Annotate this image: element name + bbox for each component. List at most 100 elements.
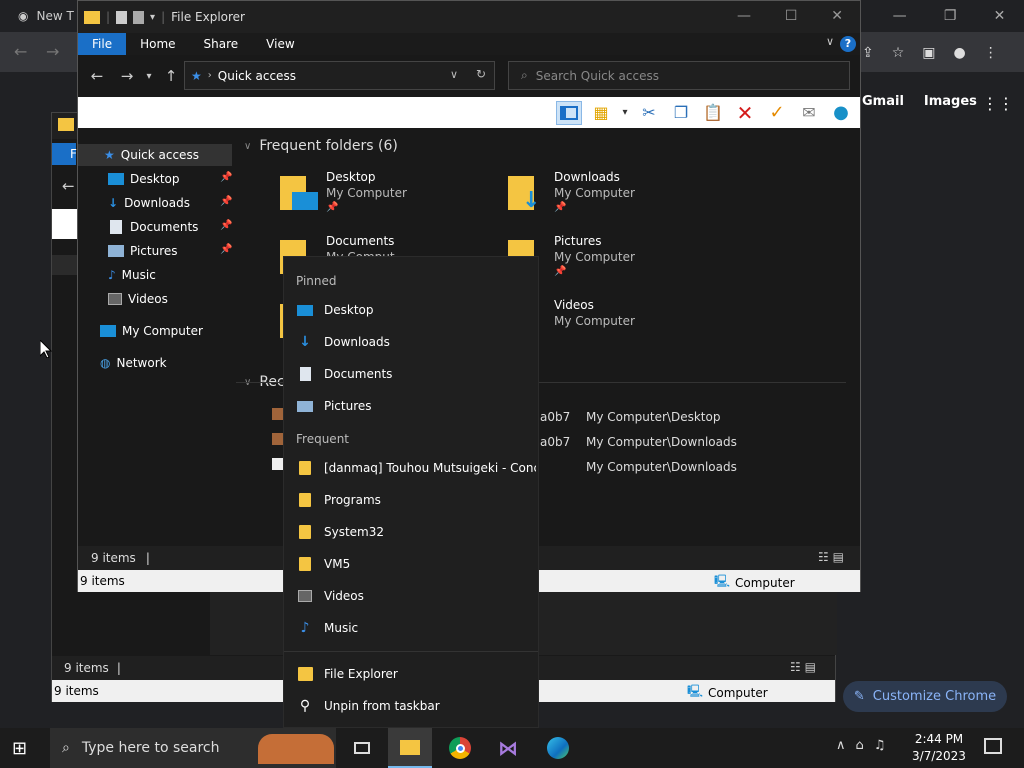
- tab-home[interactable]: Home: [126, 33, 189, 55]
- collapse-icon: ∨: [244, 140, 252, 152]
- sidebar-item-network[interactable]: ◍ Network: [100, 352, 254, 374]
- close-icon[interactable]: ✕: [831, 8, 843, 24]
- images-link[interactable]: Images: [924, 94, 977, 109]
- address-bar[interactable]: ★ › Quick access ∨ ↻: [184, 61, 495, 90]
- taskbar-clock[interactable]: 2:44 PM 3/7/2023: [906, 731, 972, 765]
- volume-icon[interactable]: ♫: [874, 738, 886, 753]
- jumplist-item-frequent[interactable]: Programs: [296, 486, 536, 514]
- refresh-icon[interactable]: ↻: [476, 67, 486, 81]
- restore-icon[interactable]: ❐: [944, 8, 957, 24]
- close-icon[interactable]: ✕: [994, 8, 1006, 24]
- folder-icon: [296, 524, 314, 540]
- folder-tile-desktop[interactable]: Desktop My Computer 📌: [280, 170, 490, 228]
- folder-icon: [84, 10, 100, 24]
- minimize-icon[interactable]: —: [737, 8, 751, 24]
- view-toggle-icon[interactable]: ☷ ▤: [790, 660, 816, 674]
- rename-icon[interactable]: ✓: [764, 101, 790, 125]
- back-icon[interactable]: ←: [14, 42, 27, 61]
- profile-icon[interactable]: ●: [954, 45, 966, 61]
- up-icon[interactable]: ↑: [156, 67, 186, 85]
- copy-icon[interactable]: ❐: [668, 101, 694, 125]
- windows-start-icon[interactable]: ⊞: [12, 738, 27, 759]
- gmail-link[interactable]: Gmail: [862, 94, 904, 109]
- taskbar-edge[interactable]: [536, 728, 580, 768]
- delete-icon[interactable]: ✕: [732, 101, 758, 125]
- jumplist-item-desktop[interactable]: Desktop: [296, 296, 536, 324]
- back-icon[interactable]: ←: [82, 67, 112, 85]
- globe-icon[interactable]: ●: [828, 101, 854, 125]
- address-dropdown-icon[interactable]: ∨: [450, 68, 458, 81]
- view-toggle-icon[interactable]: ☷ ▤: [818, 550, 844, 564]
- notifications-icon[interactable]: [984, 738, 1002, 754]
- share-icon[interactable]: ⇪: [862, 45, 874, 61]
- dropdown-icon[interactable]: ▾: [620, 101, 630, 125]
- customize-chrome-button[interactable]: ✎ Customize Chrome: [843, 681, 1007, 712]
- back-nav-icon[interactable]: ←: [62, 177, 75, 195]
- jumplist-item-frequent[interactable]: Videos: [296, 582, 536, 610]
- minimize-icon[interactable]: —: [893, 8, 907, 24]
- tab-share[interactable]: Share: [190, 33, 253, 55]
- search-icon: ⌕: [62, 740, 70, 756]
- recent-file-name[interactable]: a0b7: [540, 410, 570, 424]
- videos-icon: [296, 588, 314, 604]
- properties-icon[interactable]: ▦: [588, 101, 614, 125]
- forward-icon[interactable]: →: [112, 67, 142, 85]
- folder-tile-downloads[interactable]: ↓ Downloads My Computer 📌: [508, 170, 718, 228]
- pencil-icon: ✎: [853, 689, 865, 704]
- network-icon[interactable]: ⌂: [856, 738, 864, 753]
- jumplist-item-frequent[interactable]: VM5: [296, 550, 536, 578]
- email-icon[interactable]: ✉: [796, 101, 822, 125]
- jumplist-item-documents[interactable]: Documents: [296, 360, 536, 388]
- jumplist-item-frequent[interactable]: ♪ Music: [296, 614, 536, 642]
- tab-view[interactable]: View: [252, 33, 308, 55]
- pin-icon: 📌: [220, 220, 233, 231]
- taskbar-search-box[interactable]: ⌕ Type here to search: [50, 728, 336, 768]
- recent-locations-icon[interactable]: ▾: [142, 71, 156, 82]
- ribbon-toolbar: ▦ ▾ ✂ ❐ 📋 ✕ ✓ ✉ ●: [78, 97, 860, 128]
- system-tray: ∧ ⌂ ♫: [836, 738, 885, 753]
- computer-icon: [100, 325, 116, 337]
- star-icon: ★: [191, 68, 202, 83]
- apps-grid-icon[interactable]: ⋮⋮: [982, 94, 1014, 113]
- new-folder-icon[interactable]: [133, 10, 145, 24]
- frequent-folders-header[interactable]: ∨ Frequent folders (6): [244, 138, 398, 154]
- expand-ribbon-icon[interactable]: ∨: [826, 35, 834, 48]
- music-icon: ♪: [108, 268, 116, 282]
- menu-dots-icon[interactable]: ⋮: [984, 45, 998, 61]
- tab-file[interactable]: File: [78, 33, 127, 55]
- taskbar-search-input[interactable]: Type here to search: [82, 740, 220, 756]
- chevron-up-icon[interactable]: ∧: [836, 738, 846, 753]
- forward-icon[interactable]: →: [46, 42, 59, 61]
- cut-icon[interactable]: ✂: [636, 101, 662, 125]
- item-count-classic: 9 items: [80, 574, 125, 588]
- back-menu-file[interactable]: F: [52, 143, 77, 165]
- sidebar-item-quick-access[interactable]: ★ Quick access: [78, 144, 232, 166]
- help-icon[interactable]: ?: [840, 36, 856, 52]
- folder-tile-pictures[interactable]: Pictures My Computer 📌: [508, 234, 718, 292]
- jumplist-unpin[interactable]: ⚲ Unpin from taskbar: [296, 692, 536, 720]
- maximize-icon[interactable]: ☐: [785, 8, 798, 24]
- jumplist-item-downloads[interactable]: ↓ Downloads: [296, 328, 536, 356]
- jumplist-item-frequent[interactable]: [danmaq] Touhou Mutsuigeki - Conce...: [296, 454, 536, 482]
- bookmark-star-icon[interactable]: ☆: [892, 45, 905, 61]
- side-panel-icon[interactable]: ▣: [922, 45, 935, 61]
- chrome-toolbar-actions: ⇪ ☆ ▣ ● ⋮: [856, 40, 1024, 66]
- properties-icon[interactable]: [116, 10, 128, 24]
- taskbar-visual-studio[interactable]: ⋈: [486, 728, 530, 768]
- mouse-cursor-icon: [40, 340, 52, 358]
- task-view-icon[interactable]: [340, 728, 384, 768]
- jumplist-open-app[interactable]: File Explorer: [296, 660, 536, 688]
- search-box[interactable]: ⌕ Search Quick access: [508, 61, 850, 90]
- navigation-pane-icon[interactable]: [556, 100, 582, 125]
- folder-tile-videos[interactable]: Videos My Computer: [508, 298, 718, 356]
- taskbar-chrome[interactable]: [438, 728, 482, 768]
- taskbar-file-explorer[interactable]: [388, 728, 432, 768]
- jumplist-item-frequent[interactable]: System32: [296, 518, 536, 546]
- chrome-tab[interactable]: ◉ New T: [8, 2, 78, 30]
- recent-file-name[interactable]: a0b7: [540, 435, 570, 449]
- qat-dropdown-icon[interactable]: ▾: [150, 12, 155, 23]
- jumplist-item-pictures[interactable]: Pictures: [296, 392, 536, 420]
- search-input[interactable]: Search Quick access: [536, 69, 659, 83]
- sidebar-item-my-computer[interactable]: My Computer: [100, 320, 254, 342]
- paste-icon[interactable]: 📋: [700, 101, 726, 125]
